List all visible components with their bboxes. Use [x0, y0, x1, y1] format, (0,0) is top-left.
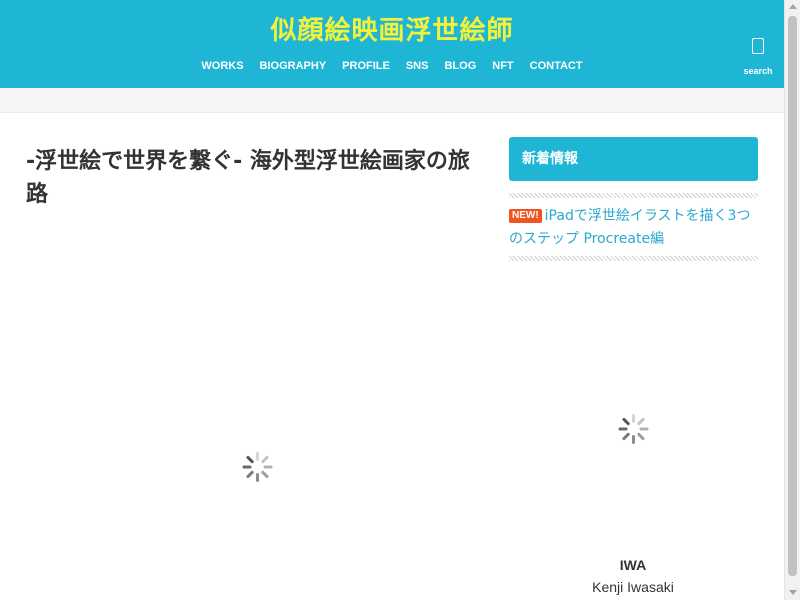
search-button[interactable]: search: [738, 38, 778, 76]
news-item-link[interactable]: iPadで浮世絵イラストを描く3つのステップ Procreate編: [509, 208, 750, 247]
nav-item-blog[interactable]: BLOG: [436, 60, 484, 72]
spinner-spoke: [636, 432, 645, 441]
spinner-spoke: [260, 470, 269, 479]
loading-spinner-icon: [241, 451, 273, 483]
new-badge: NEW!: [509, 209, 542, 223]
spinner-spoke: [260, 455, 269, 464]
nav-item-profile[interactable]: PROFILE: [334, 60, 398, 72]
profile-subname: Kenji Iwasaki: [592, 579, 674, 595]
sidebar-heading-news: 新着情報: [509, 137, 758, 181]
spinner-spoke: [621, 417, 630, 426]
search-label[interactable]: search: [738, 66, 778, 76]
spinner-spoke: [245, 470, 254, 479]
spinner-spoke: [631, 435, 635, 444]
scrollbar[interactable]: [784, 0, 800, 600]
main-nav: WORKS BIOGRAPHY PROFILE SNS BLOG NFT CON…: [0, 60, 784, 72]
loading-spinner-icon: [617, 413, 649, 445]
spinner-spoke: [621, 432, 630, 441]
scroll-down-icon[interactable]: [789, 590, 797, 595]
divider: [509, 256, 758, 261]
spinner-spoke: [255, 473, 259, 482]
divider: [509, 193, 758, 198]
spinner-spoke: [255, 452, 259, 461]
news-item[interactable]: NEW! iPadで浮世絵イラストを描く3つのステップ Procreate編: [509, 205, 761, 251]
spinner-spoke: [245, 455, 254, 464]
site-title[interactable]: 似顔絵映画浮世絵師: [0, 10, 784, 47]
nav-item-contact[interactable]: CONTACT: [522, 60, 591, 72]
search-icon[interactable]: [752, 38, 764, 54]
breadcrumb-bar: [0, 88, 784, 113]
nav-item-works[interactable]: WORKS: [193, 60, 251, 72]
scroll-up-icon[interactable]: [789, 4, 797, 9]
profile-name: IWA: [619, 557, 647, 573]
spinner-spoke: [631, 414, 635, 423]
spinner-spoke: [263, 465, 272, 469]
spinner-spoke: [618, 427, 627, 431]
nav-item-sns[interactable]: SNS: [398, 60, 437, 72]
spinner-spoke: [242, 465, 251, 469]
scroll-thumb[interactable]: [788, 16, 797, 576]
nav-item-nft[interactable]: NFT: [484, 60, 521, 72]
spinner-spoke: [639, 427, 648, 431]
spinner-spoke: [636, 417, 645, 426]
page-title: -浮世絵で世界を繋ぐ- 海外型浮世絵画家の旅路: [26, 149, 470, 207]
site-header: 似顔絵映画浮世絵師 WORKS BIOGRAPHY PROFILE SNS BL…: [0, 0, 784, 88]
nav-item-biography[interactable]: BIOGRAPHY: [252, 60, 335, 72]
